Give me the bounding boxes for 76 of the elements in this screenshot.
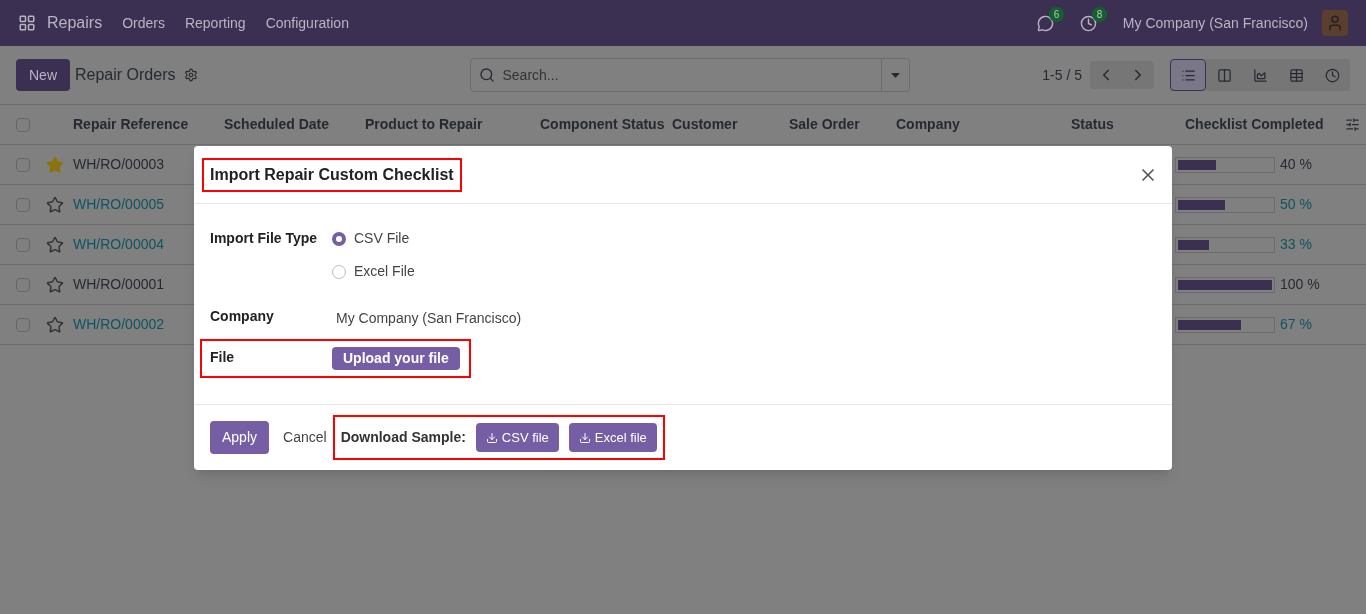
column-header[interactable]: Status [1071,114,1185,135]
progress-percent: 33 % [1280,235,1312,254]
apps-menu-icon[interactable] [18,14,36,32]
kanban-view-button[interactable] [1206,59,1242,91]
row-checkbox[interactable] [16,197,30,212]
row-checkbox[interactable] [16,317,30,332]
area-chart-icon [1252,67,1268,83]
field-label: Company [210,307,275,326]
column-header[interactable]: Company [896,114,1071,135]
progress-percent: 100 % [1280,275,1320,294]
download-icon [578,431,591,444]
new-button[interactable]: New [16,59,70,91]
next-page-button[interactable] [1122,61,1154,89]
search-input[interactable]: Search... [502,64,881,86]
column-header[interactable]: Sale Order [789,114,896,135]
radio-label[interactable]: CSV File [354,228,410,249]
previous-page-button[interactable] [1090,61,1122,89]
column-header[interactable]: Repair Reference [73,114,224,135]
pager-value: 1-5 / 5 [1042,65,1082,85]
star-icon[interactable] [46,155,64,174]
column-header[interactable]: Product to Repair [365,114,540,135]
star-icon[interactable] [46,235,64,254]
cancel-button[interactable]: Cancel [283,427,327,448]
list-view-button[interactable] [1170,59,1206,91]
optional-columns-icon[interactable] [1345,117,1360,132]
search-field[interactable]: Search... [469,58,910,92]
search-icon [478,67,495,83]
row-checkbox[interactable] [16,157,30,172]
column-header[interactable]: Scheduled Date [224,114,365,135]
progress-percent: 40 % [1280,155,1312,174]
columns-icon [1216,67,1232,83]
repair-reference: WH/RO/00005 [73,195,166,214]
download-sample-button[interactable]: Excel file [568,423,657,452]
repair-reference: WH/RO/00002 [73,315,166,334]
list-icon [1180,67,1196,83]
repair-reference: WH/RO/00003 [73,155,166,174]
apply-button[interactable]: Apply [210,421,270,454]
download-sample-label: Download Sample: [340,428,466,447]
clock-icon [1324,67,1340,83]
column-header[interactable]: Checklist Completed [1185,114,1345,135]
select-all-checkbox[interactable] [16,117,30,132]
repair-reference: WH/RO/00001 [73,275,166,294]
messages-icon[interactable] [1036,14,1054,32]
row-checkbox[interactable] [16,277,30,292]
company-value: My Company (San Francisco) [336,309,522,328]
download-sample-button[interactable]: CSV file [475,423,559,452]
settings-icon[interactable] [183,68,198,82]
field-label: Import File Type [210,229,319,248]
star-icon[interactable] [46,275,64,294]
radio-label[interactable]: Excel File [354,261,415,282]
activities-icon[interactable] [1079,14,1097,32]
star-icon[interactable] [46,195,64,214]
column-header[interactable]: Component Status [540,114,672,135]
radio-button[interactable] [332,231,346,246]
menu-item[interactable]: Configuration [265,12,349,34]
upload-file-button[interactable]: Upload your file [332,347,460,370]
caret-down-icon [890,72,900,78]
progress-percent: 67 % [1280,315,1312,334]
user-avatar[interactable] [1322,10,1348,36]
dialog-title: Import Repair Custom Checklist [204,159,460,190]
menu-item[interactable]: Reporting [184,12,246,34]
company-switcher[interactable]: My Company (San Francisco) [1122,12,1308,34]
row-checkbox[interactable] [16,237,30,252]
page-title: Repair Orders [75,65,176,85]
repair-reference: WH/RO/00004 [73,235,166,254]
column-header[interactable]: Customer [672,114,789,135]
star-icon[interactable] [46,315,64,334]
app-name[interactable]: Repairs [47,11,103,35]
activity-count-badge: 8 [1091,6,1108,22]
menu-item[interactable]: Orders [122,12,165,34]
message-count-badge: 6 [1048,6,1065,22]
download-icon [485,431,498,444]
progress-percent: 50 % [1280,195,1312,214]
table-icon [1288,67,1304,83]
activity-view-button[interactable] [1314,59,1350,91]
field-label: File [210,348,236,367]
